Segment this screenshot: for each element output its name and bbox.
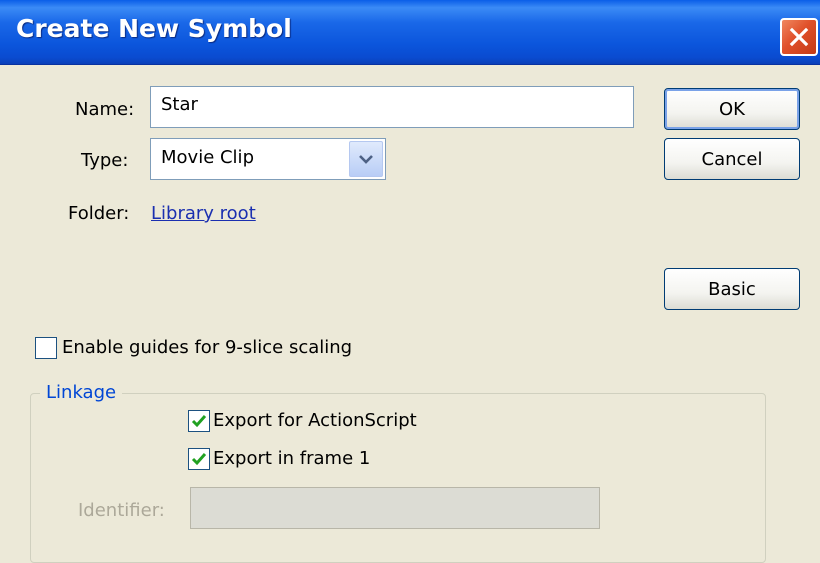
export-frame1-label: Export in frame 1 [213, 448, 371, 469]
dropdown-button[interactable] [349, 141, 383, 177]
export-actionscript-label: Export for ActionScript [213, 410, 417, 431]
export-actionscript-checkbox[interactable] [188, 410, 210, 432]
ok-button-label: OK [719, 98, 745, 120]
nine-slice-label: Enable guides for 9-slice scaling [62, 337, 353, 358]
cancel-button[interactable]: Cancel [664, 138, 800, 180]
close-button[interactable] [780, 18, 818, 56]
checkmark-icon [191, 453, 207, 466]
cancel-button-label: Cancel [701, 148, 763, 170]
type-select[interactable]: Movie Clip [150, 138, 386, 180]
basic-button[interactable]: Basic [664, 268, 800, 310]
name-input-value: Star [161, 94, 198, 115]
folder-label: Folder: [68, 203, 130, 224]
basic-button-label: Basic [708, 278, 756, 300]
linkage-legend: Linkage [40, 382, 123, 403]
library-root-link[interactable]: Library root [151, 203, 256, 224]
type-select-value: Movie Clip [161, 147, 254, 168]
name-label: Name: [75, 99, 135, 120]
name-input[interactable]: Star [150, 86, 634, 128]
checkmark-icon [191, 415, 207, 428]
identifier-input[interactable] [190, 487, 600, 529]
export-frame1-checkbox[interactable] [188, 448, 210, 470]
title-bar[interactable]: Create New Symbol [0, 0, 820, 65]
type-label: Type: [81, 150, 129, 171]
identifier-label: Identifier: [78, 500, 165, 521]
nine-slice-checkbox[interactable] [35, 337, 57, 359]
window-title: Create New Symbol [16, 14, 292, 43]
chevron-down-icon [359, 155, 373, 164]
ok-button[interactable]: OK [664, 88, 800, 130]
close-icon [789, 27, 809, 47]
